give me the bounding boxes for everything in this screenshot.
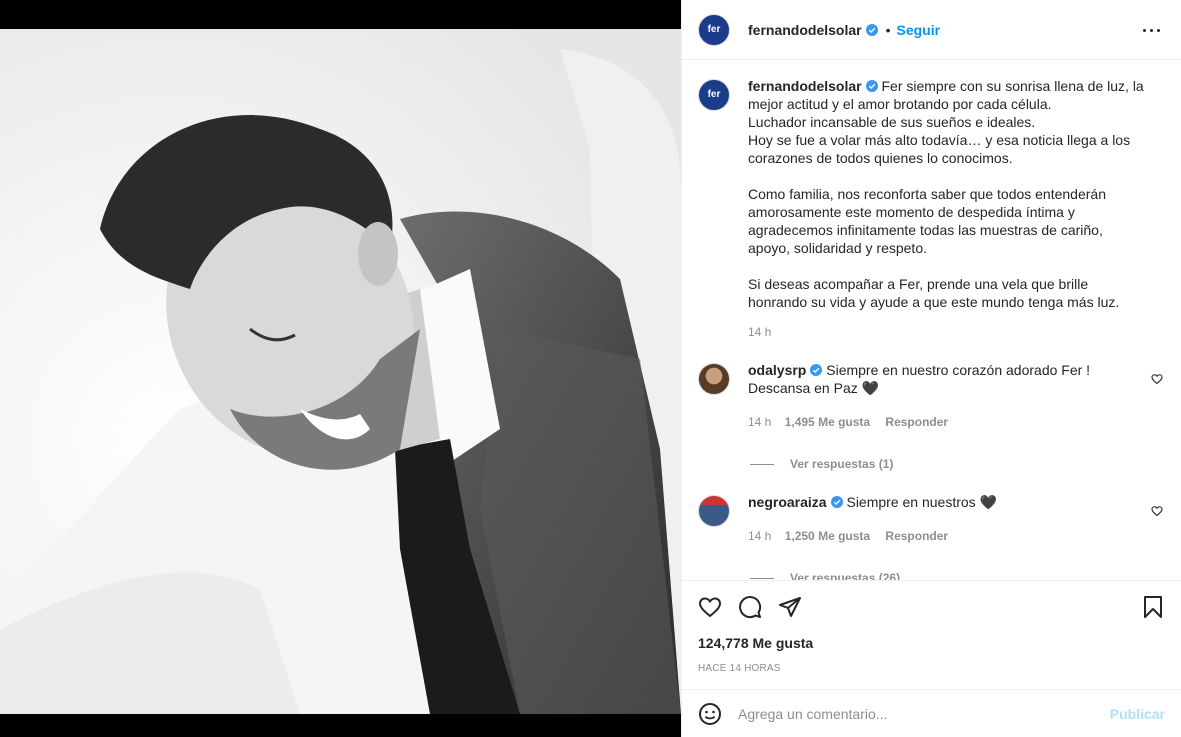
comment-time[interactable]: 14 h [748, 529, 771, 543]
commenter-username[interactable]: negroaraiza [748, 494, 827, 510]
author-username[interactable]: fernandodelsolar [748, 22, 862, 38]
comment-likes[interactable]: 1,250 Me gusta [785, 529, 870, 543]
commenter-username[interactable]: odalysrp [748, 362, 806, 378]
comment-like-heart-icon[interactable] [1151, 373, 1163, 385]
follow-button[interactable]: Seguir [897, 22, 941, 38]
action-icons-bar [682, 581, 1181, 633]
verified-badge-icon [865, 80, 878, 92]
post-photo[interactable] [0, 29, 681, 714]
post-time-ago[interactable]: HACE 14 HORAS [682, 663, 1181, 674]
view-replies-button[interactable]: Ver respuestas (26) [750, 571, 1165, 580]
comment-input[interactable] [738, 705, 1110, 722]
bookmark-icon[interactable] [1141, 595, 1165, 619]
view-replies-label: Ver respuestas (1) [790, 457, 894, 471]
likes-count[interactable]: 124,778 Me gusta [682, 635, 1181, 651]
replies-divider [750, 577, 774, 579]
caption-text: Fer siempre con su sonrisa llena de luz,… [748, 78, 1144, 310]
caption: fer fernandodelsolar Fer siempre con su … [698, 77, 1165, 341]
portrait-photo [0, 29, 681, 714]
post-side-panel: fer fernandodelsolar • Seguir fer fernan… [681, 0, 1181, 737]
caption-author-avatar[interactable]: fer [698, 79, 730, 111]
publish-button[interactable]: Publicar [1110, 706, 1165, 722]
separator-dot: • [885, 21, 891, 38]
post-media [0, 0, 681, 737]
verified-badge-icon [865, 23, 878, 36]
verified-badge-icon [830, 496, 843, 508]
author-avatar[interactable]: fer [698, 13, 730, 46]
reply-button[interactable]: Responder [885, 529, 948, 543]
heart-icon[interactable] [698, 595, 722, 619]
commenter-avatar[interactable] [698, 495, 730, 527]
comment-icon[interactable] [738, 595, 762, 619]
comment-time[interactable]: 14 h [748, 415, 771, 429]
share-icon[interactable] [778, 595, 802, 619]
more-options-icon[interactable] [1141, 22, 1161, 38]
view-replies-button[interactable]: Ver respuestas (1) [750, 457, 1165, 471]
comment-item: odalysrp Siempre en nuestro corazón ador… [698, 361, 1165, 431]
verified-badge-icon [810, 364, 823, 376]
comment-likes[interactable]: 1,495 Me gusta [785, 415, 870, 429]
caption-time[interactable]: 14 h [748, 325, 771, 339]
comments-list[interactable]: fer fernandodelsolar Fer siempre con su … [682, 61, 1181, 580]
caption-avatar-text: fer [707, 89, 721, 100]
reply-button[interactable]: Responder [885, 415, 948, 429]
author-avatar-text: fer [707, 23, 721, 35]
view-replies-label: Ver respuestas (26) [790, 571, 901, 580]
replies-divider [750, 463, 774, 465]
comment-item: negroaraiza Siempre en nuestros 🖤 14 h 1… [698, 493, 1165, 545]
comment-text: Siempre en nuestros 🖤 [846, 494, 997, 510]
caption-author-username[interactable]: fernandodelsolar [748, 78, 862, 94]
emoji-icon[interactable] [698, 702, 722, 726]
add-comment-bar: Publicar [682, 689, 1181, 737]
post-header: fer fernandodelsolar • Seguir [682, 0, 1181, 60]
post-actions: 124,778 Me gusta HACE 14 HORAS Publicar [682, 580, 1181, 737]
comment-like-heart-icon[interactable] [1151, 505, 1163, 517]
commenter-avatar[interactable] [698, 363, 730, 395]
